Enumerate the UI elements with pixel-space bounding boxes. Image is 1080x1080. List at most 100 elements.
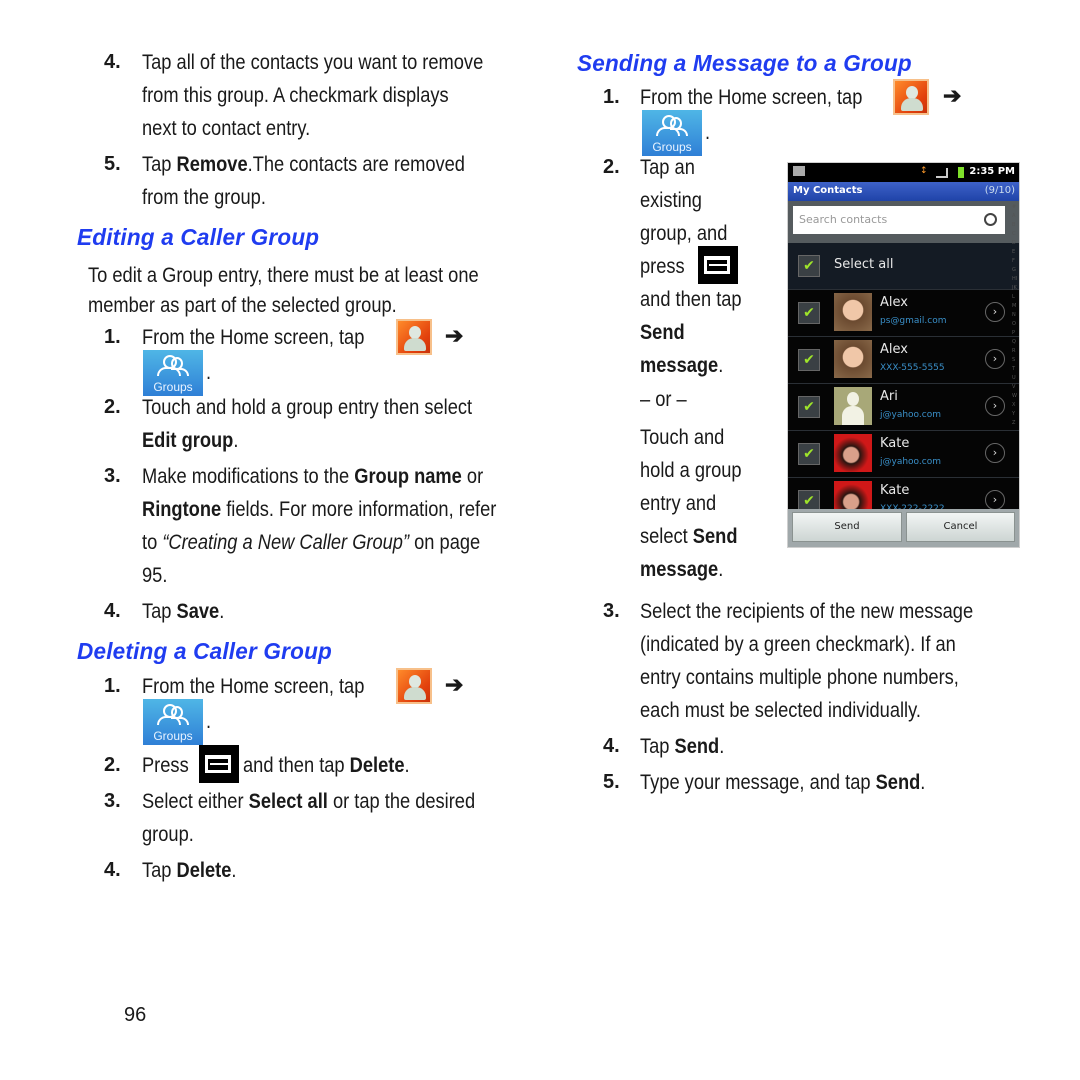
contact-row[interactable]: ✔ Alex ps@gmail.com › [788,289,1019,337]
text: . [718,558,724,581]
punctuation: . [206,361,212,384]
text: . [718,354,724,377]
status-time: 2:35 PM [969,166,1015,177]
step-text: to “Creating a New Caller Group” on page [142,526,480,559]
text: . [404,754,410,777]
groups-tab-icon: Groups [143,699,203,745]
step-text: Tap Delete. [142,854,236,887]
contact-photo [834,293,872,331]
contact-photo [834,340,872,378]
step-number: 3. [104,465,121,487]
ui-term: Remove [176,153,248,176]
section-heading-sending: Sending a Message to a Group [577,50,912,76]
ui-term: message. [640,349,723,382]
text: Type your message, and tap [640,771,876,794]
text: .The contacts are removed [247,153,465,176]
ui-term: Send [640,321,685,344]
contact-name: Alex [880,342,908,357]
step-text: Type your message, and tap Send. [640,766,925,799]
ui-term: Send [674,735,720,758]
step-text: Tap Remove.The contacts are removed [142,148,465,181]
step-text: Tap all of the contacts you want to remo… [142,51,484,74]
alphabet-index-scrollbar[interactable]: #ABCDEFGHIJKLMNOPQRSTUVWXYZ [1012,203,1018,503]
section-intro: To edit a Group entry, there must be at … [88,264,479,287]
chevron-right-icon[interactable]: › [985,490,1005,510]
step-text: Touch and [640,426,725,449]
contacts-app-icon [396,668,432,704]
contact-name: Ari [880,389,898,404]
text: Select either [142,790,249,813]
ui-term: Ringtone [142,498,222,521]
contact-detail: j@yahoo.com [880,457,941,467]
section-heading-deleting: Deleting a Caller Group [77,638,333,664]
ui-term: message [640,558,719,581]
or-separator: – or – [640,388,687,411]
page-number: 96 [124,1004,147,1026]
step-number: 4. [603,735,620,757]
contact-photo [834,434,872,472]
contact-checkbox[interactable]: ✔ [798,443,820,465]
select-all-checkbox[interactable]: ✔ [798,255,820,277]
cancel-button[interactable]: Cancel [906,512,1015,542]
search-icon[interactable] [984,213,997,226]
text: to [142,531,163,554]
ui-term: message [640,354,719,377]
contact-name: Kate [880,483,910,498]
contacts-app-icon [893,79,929,115]
text: . [219,600,225,623]
person-torso-shape [404,687,426,700]
status-bar: ↕ 2:35 PM [788,163,1019,182]
selection-count: (9/10) [984,185,1015,196]
contact-row[interactable]: ✔ Kate j@yahoo.com › [788,430,1019,478]
action-button-bar: Send Cancel [788,509,1019,547]
step-number: 5. [603,771,620,793]
contact-detail: ps@gmail.com [880,316,947,326]
step-text: each must be selected individually. [640,699,921,722]
chevron-right-icon[interactable]: › [985,302,1005,322]
text: fields. For more information, refer [221,498,497,521]
select-all-row[interactable]: ✔ Select all [788,243,1019,290]
step-text: 95. [142,564,168,587]
search-contacts-input[interactable]: Search contacts [793,206,1005,234]
contact-checkbox[interactable]: ✔ [798,349,820,371]
send-button[interactable]: Send [792,512,902,542]
step-number: 5. [104,153,121,175]
groups-icon-label: Groups [153,729,193,743]
step-text: Ringtone fields. For more information, r… [142,493,496,526]
contact-name: Alex [880,295,908,310]
contact-name: Kate [880,436,910,451]
step-text: entry contains multiple phone numbers, [640,666,959,689]
phone-screenshot: ↕ 2:35 PM My Contacts (9/10) Search cont… [787,162,1020,548]
text: Tap [142,859,177,882]
ui-term: Send [875,771,921,794]
step-text: select Send [640,520,737,553]
section-heading-editing: Editing a Caller Group [77,224,320,250]
cross-reference-link[interactable]: “Creating a New Caller Group” [162,531,409,554]
text: or tap the desired [327,790,476,813]
select-all-label: Select all [834,257,894,272]
step-text: press [640,255,685,278]
network-icon: ↕ [920,166,928,176]
step-text: Select either Select all or tap the desi… [142,785,475,818]
step-text: hold a group [640,459,742,482]
step-number: 2. [104,754,121,776]
text: . [719,735,725,758]
text: select [640,525,693,548]
groups-tab-icon: Groups [642,110,702,156]
chevron-right-icon[interactable]: › [985,443,1005,463]
step-number: 4. [104,600,121,622]
arrow-right-icon: ➔ [445,323,464,348]
contact-row[interactable]: ✔ Alex XXX-555-5555 › [788,336,1019,384]
ui-term: Delete [176,859,232,882]
step-text: Touch and hold a group entry then select [142,396,473,419]
chevron-right-icon[interactable]: › [985,349,1005,369]
text: and then tap [243,754,350,777]
step-number: 1. [603,86,620,108]
chevron-right-icon[interactable]: › [985,396,1005,416]
step-text: and then tap Delete. [243,749,410,782]
contact-row[interactable]: ✔ Ari j@yahoo.com › [788,383,1019,431]
title-bar: My Contacts (9/10) [788,182,1019,201]
step-number: 2. [104,396,121,418]
contact-checkbox[interactable]: ✔ [798,302,820,324]
contact-checkbox[interactable]: ✔ [798,396,820,418]
